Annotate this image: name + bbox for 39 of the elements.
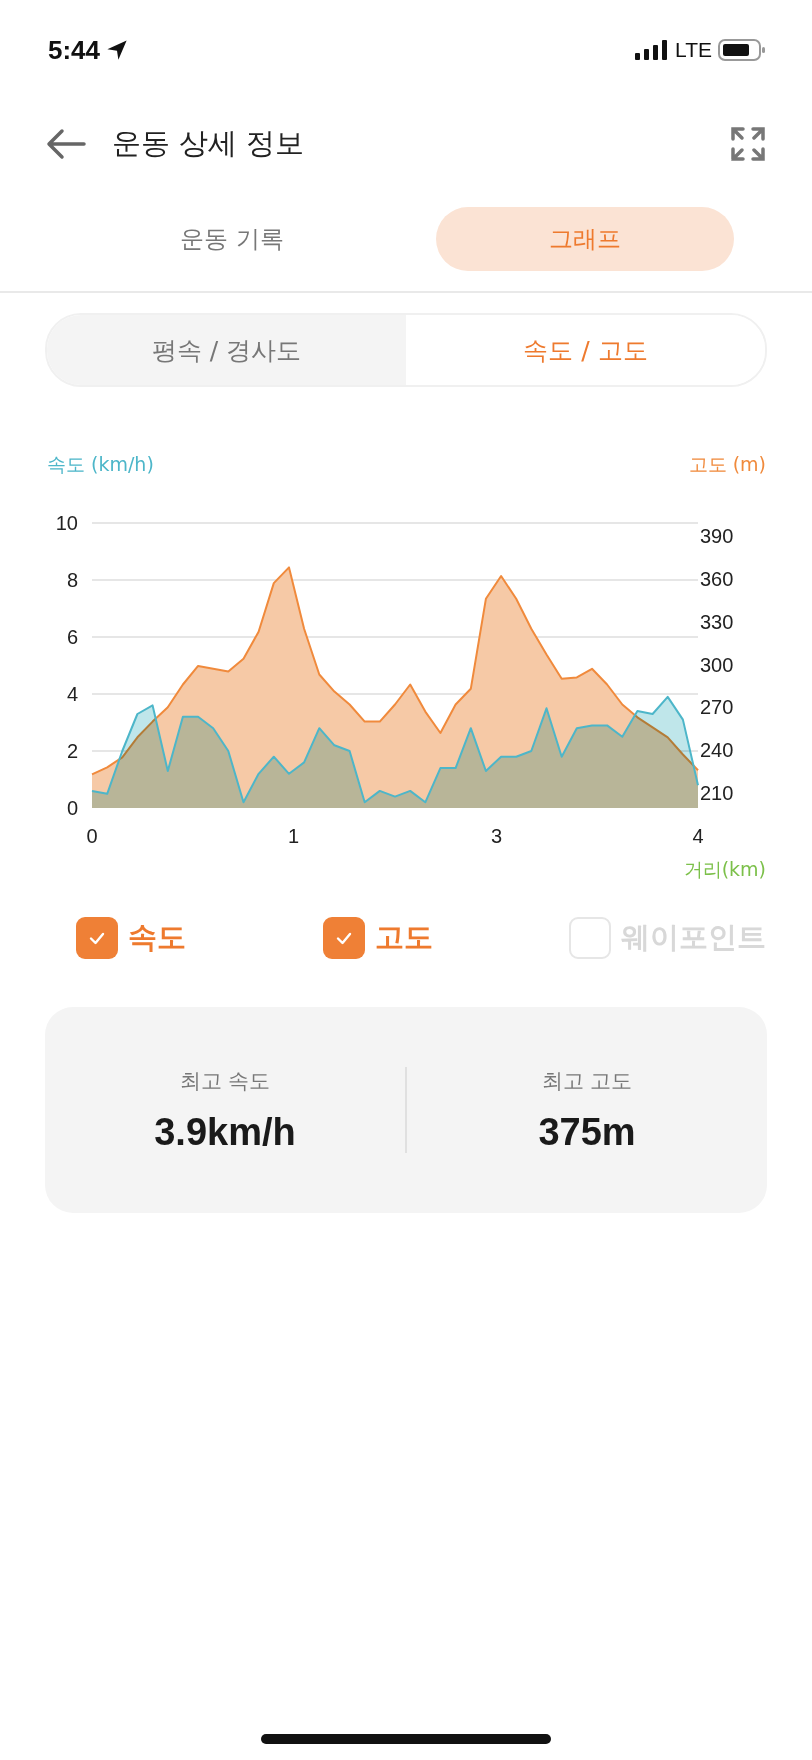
x-axis-label: 거리(km) xyxy=(683,858,766,880)
stat-value: 3.9km/h xyxy=(154,1110,296,1154)
checkbox-label: 고도 xyxy=(374,919,433,956)
fullscreen-icon[interactable] xyxy=(730,126,766,162)
tick-label: 4 xyxy=(692,825,704,847)
y-axis-label: 속도 (km/h) xyxy=(47,453,154,475)
stat-value: 375m xyxy=(538,1110,636,1154)
tab[interactable]: 그래프 xyxy=(436,207,734,271)
tick-label: 390 xyxy=(700,525,734,547)
segment-tab[interactable]: 평속 / 경사도 xyxy=(47,315,406,385)
tick-label: 1 xyxy=(287,825,300,847)
tick-label: 3 xyxy=(490,825,503,847)
back-arrow-icon[interactable] xyxy=(46,128,86,160)
network-label: LTE xyxy=(675,38,712,62)
tick-label: 300 xyxy=(700,653,734,676)
checkbox-label: 속도 xyxy=(128,919,186,956)
signal-icon xyxy=(635,40,670,60)
checkbox[interactable] xyxy=(76,917,118,959)
stat-label: 최고 고도 xyxy=(541,1067,633,1095)
tick-label: 270 xyxy=(700,696,734,719)
tick-label: 330 xyxy=(700,610,734,633)
stat-label: 최고 속도 xyxy=(179,1067,271,1095)
checkbox[interactable] xyxy=(322,917,365,959)
tick-label: 8 xyxy=(66,569,78,591)
tab[interactable]: 운동 기록 xyxy=(140,207,324,271)
tick-label: 0 xyxy=(86,825,98,847)
tick-label: 210 xyxy=(700,782,734,804)
page-title: 운동 상세 정보 xyxy=(112,125,306,162)
tick-label: 2 xyxy=(66,740,78,762)
tick-label: 360 xyxy=(700,567,734,590)
tick-label: 0 xyxy=(66,797,78,819)
tick-label: 10 xyxy=(55,512,78,534)
tick-label: 240 xyxy=(700,739,734,762)
y-axis-label: 고도 (m) xyxy=(688,453,766,475)
tick-label: 4 xyxy=(66,683,78,705)
location-arrow-icon xyxy=(106,39,129,61)
battery-icon xyxy=(718,38,766,62)
status-time: 5:44 xyxy=(48,34,101,66)
tick-label: 6 xyxy=(66,626,78,648)
